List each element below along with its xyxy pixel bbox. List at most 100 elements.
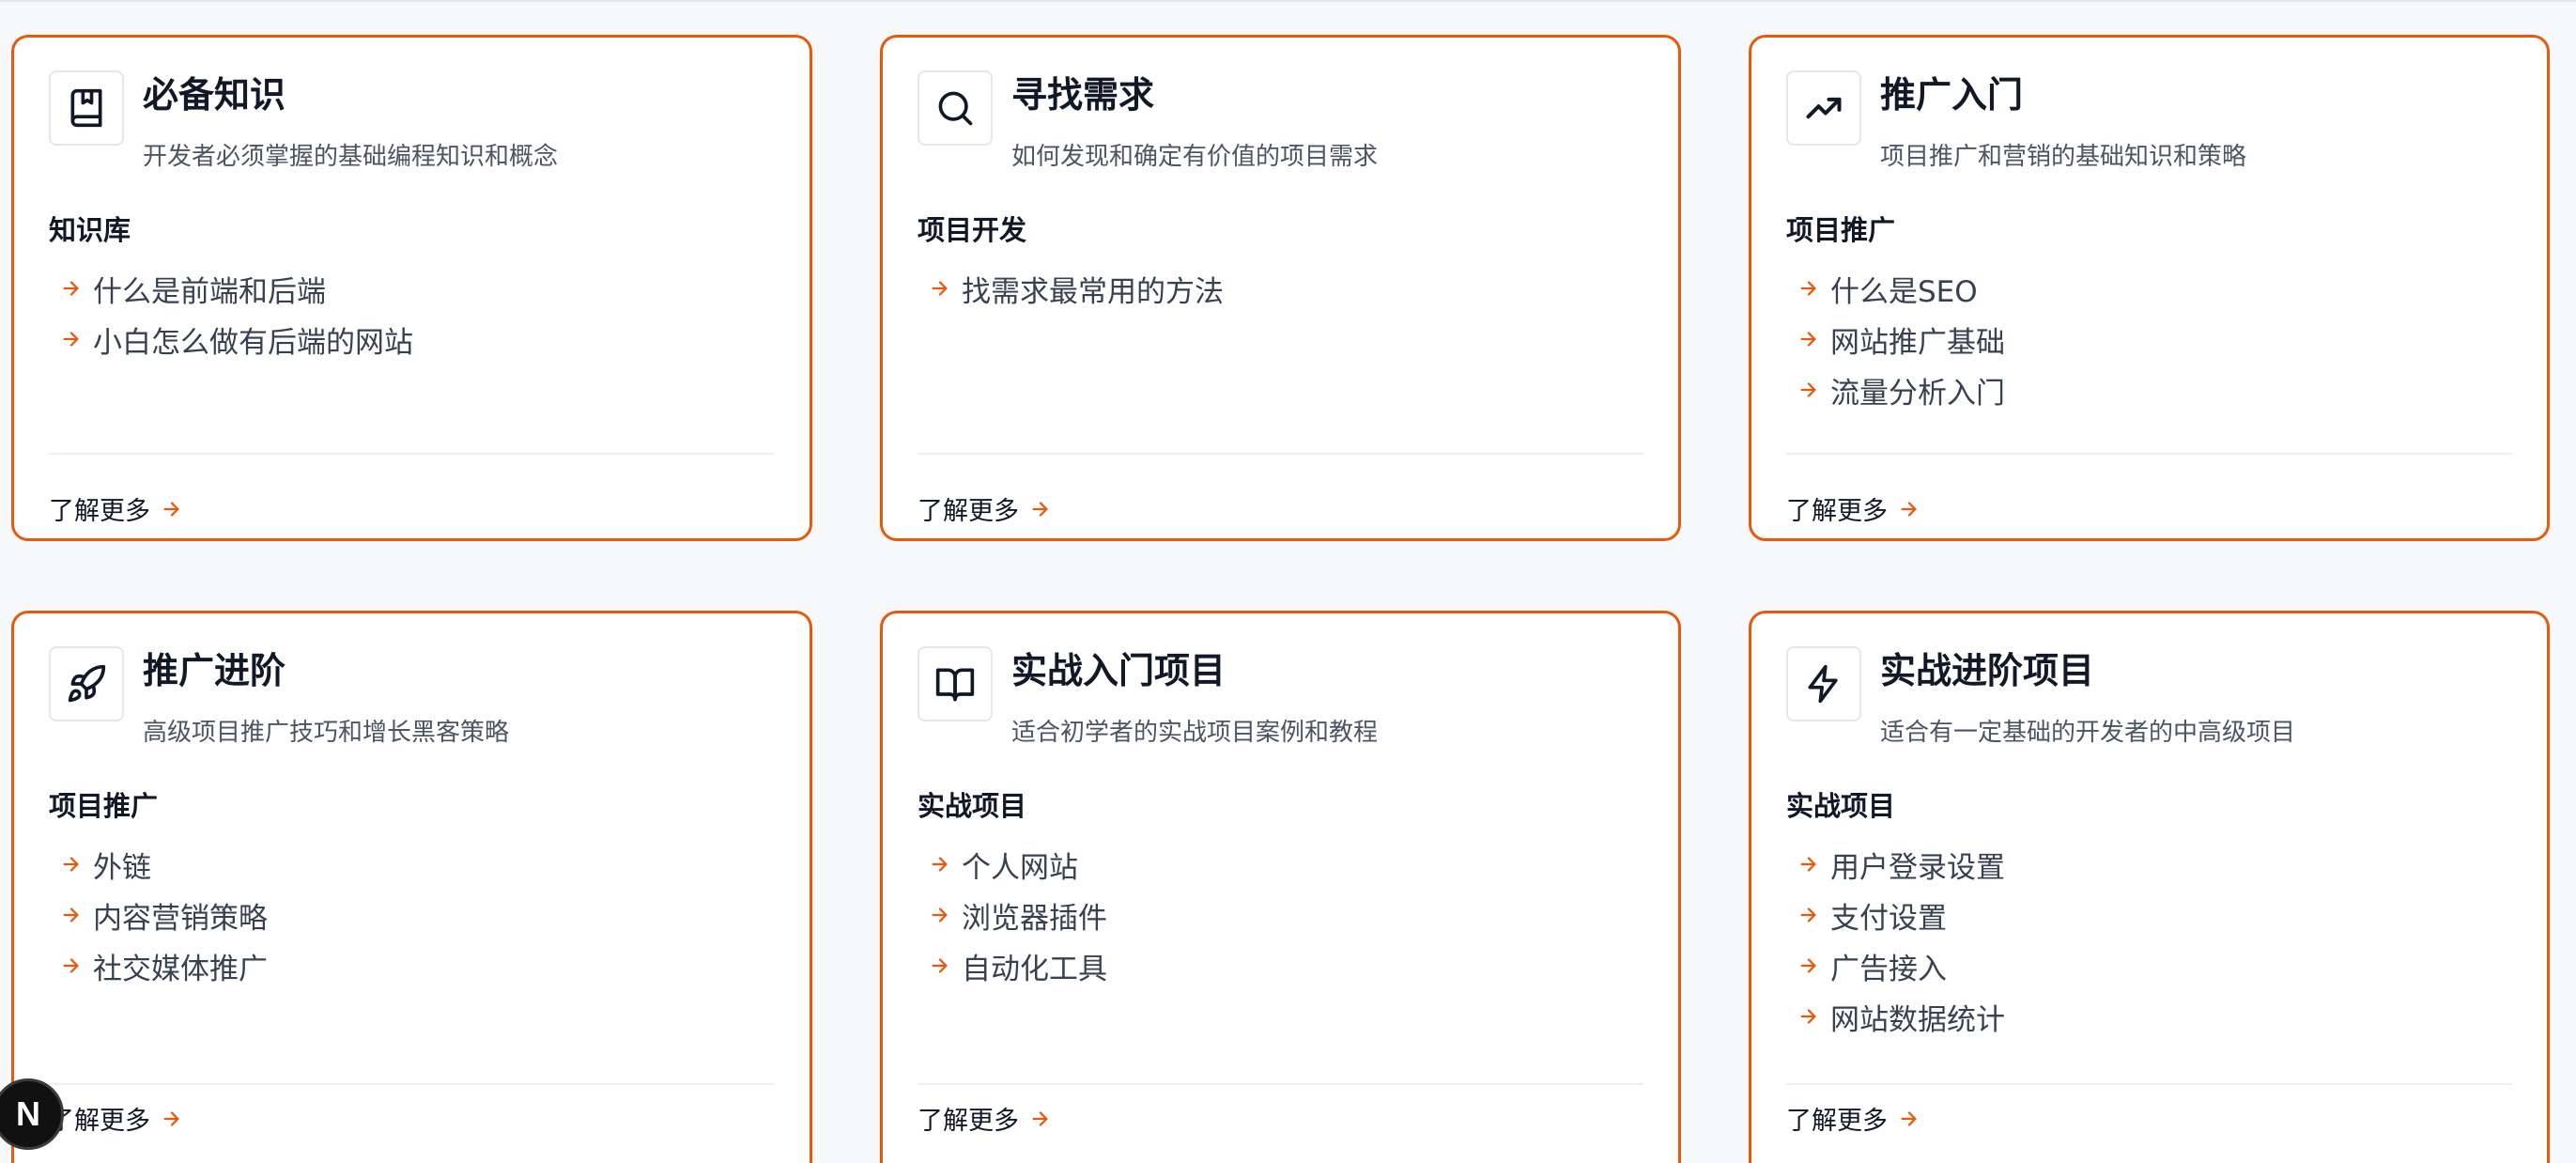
topic-link[interactable]: 什么是SEO [1798, 263, 2005, 314]
arrow-right-icon [63, 281, 79, 296]
card-subtitle: 开发者必须掌握的基础编程知识和概念 [143, 143, 559, 171]
topic-list: 用户登录设置 支付设置 广告接入 网站数据统计 [1798, 839, 2005, 1042]
card-subtitle: 高级项目推广技巧和增长黑客策略 [143, 719, 510, 747]
topic-link[interactable]: 浏览器插件 [930, 890, 1107, 940]
divider [49, 1083, 775, 1085]
topic-link[interactable]: 流量分析入门 [1798, 364, 2005, 415]
learn-more-label: 了解更多 [918, 497, 1019, 526]
card-title: 实战入门项目 [1011, 650, 1226, 691]
topic-link[interactable]: 小白怎么做有后端的网站 [61, 314, 413, 364]
topic-label: 个人网站 [962, 850, 1078, 885]
trending-up-icon [1786, 70, 1861, 146]
arrow-right-icon [63, 958, 79, 973]
arrow-right-icon [932, 907, 948, 923]
arrow-right-icon [1800, 382, 1816, 397]
topic-label: 什么是前端和后端 [93, 274, 326, 309]
topic-link[interactable]: 个人网站 [930, 839, 1107, 890]
topic-label: 广告接入 [1830, 952, 1947, 986]
topic-list: 个人网站 浏览器插件 自动化工具 [930, 839, 1107, 991]
card-find-requirements[interactable]: 寻找需求 如何发现和确定有价值的项目需求 项目开发 找需求最常用的方法 了解更多 [880, 35, 1681, 541]
card-title: 必备知识 [143, 74, 286, 116]
bookmark-book-icon [49, 70, 124, 146]
topic-link[interactable]: 社交媒体推广 [61, 940, 268, 991]
page: 必备知识 开发者必须掌握的基础编程知识和概念 知识库 什么是前端和后端 小白怎么… [0, 0, 2576, 1163]
card-beginner-projects[interactable]: 实战入门项目 适合初学者的实战项目案例和教程 实战项目 个人网站 浏览器插件 自… [880, 611, 1681, 1163]
rocket-icon [49, 646, 124, 721]
card-advanced-promotion[interactable]: 推广进阶 高级项目推广技巧和增长黑客策略 项目推广 外链 内容营销策略 社交媒体… [11, 611, 812, 1163]
card-title: 推广入门 [1880, 74, 2024, 116]
topic-link[interactable]: 外链 [61, 839, 268, 890]
card-essential-knowledge[interactable]: 必备知识 开发者必须掌握的基础编程知识和概念 知识库 什么是前端和后端 小白怎么… [11, 35, 812, 541]
topic-label: 浏览器插件 [962, 901, 1107, 936]
learn-more-label: 了解更多 [49, 497, 150, 526]
divider [918, 1083, 1643, 1085]
card-subtitle: 适合有一定基础的开发者的中高级项目 [1880, 719, 2296, 747]
topic-label: 小白怎么做有后端的网站 [93, 325, 413, 360]
card-title: 推广进阶 [143, 650, 286, 691]
topic-link[interactable]: 网站数据统计 [1798, 991, 2005, 1042]
arrow-right-icon [1032, 1110, 1048, 1126]
topic-label: 网站数据统计 [1830, 1002, 2005, 1037]
topic-label: 什么是SEO [1830, 274, 1978, 309]
learn-more-link[interactable]: 了解更多 [918, 490, 1051, 527]
topic-link[interactable]: 内容营销策略 [61, 890, 268, 940]
learn-more-label: 了解更多 [1786, 1107, 1888, 1136]
section-heading: 项目推广 [1786, 214, 1896, 246]
divider [49, 453, 775, 455]
arrow-right-icon [63, 857, 79, 872]
card-promotion-basics[interactable]: 推广入门 项目推广和营销的基础知识和策略 项目推广 什么是SEO 网站推广基础 … [1749, 35, 2550, 541]
learn-more-link[interactable]: 了解更多 [1786, 490, 1920, 527]
section-heading: 实战项目 [918, 790, 1027, 822]
divider [1786, 453, 2512, 455]
arrow-right-icon [1800, 857, 1816, 872]
divider [918, 453, 1643, 455]
badge-letter: N [16, 1094, 40, 1133]
lightning-icon [1786, 646, 1861, 721]
section-heading: 项目推广 [49, 790, 159, 822]
topic-label: 内容营销策略 [93, 901, 268, 936]
arrow-right-icon [932, 857, 948, 872]
arrow-right-icon [163, 501, 179, 517]
arrow-right-icon [63, 332, 79, 347]
topic-link[interactable]: 网站推广基础 [1798, 314, 2005, 364]
topic-list: 什么是前端和后端 小白怎么做有后端的网站 [61, 263, 413, 364]
learn-more-link[interactable]: 了解更多 [49, 1100, 182, 1137]
arrow-right-icon [932, 281, 948, 296]
topic-label: 支付设置 [1830, 901, 1947, 936]
card-advanced-projects[interactable]: 实战进阶项目 适合有一定基础的开发者的中高级项目 实战项目 用户登录设置 支付设… [1749, 611, 2550, 1163]
topic-label: 网站推广基础 [1830, 325, 2005, 360]
learn-more-label: 了解更多 [1786, 497, 1888, 526]
arrow-right-icon [1901, 501, 1917, 517]
search-icon [918, 70, 993, 146]
arrow-right-icon [1800, 1009, 1816, 1024]
arrow-right-icon [932, 958, 948, 973]
topic-label: 外链 [93, 850, 151, 885]
arrow-right-icon [1800, 332, 1816, 347]
topic-link[interactable]: 找需求最常用的方法 [930, 263, 1224, 314]
card-title: 寻找需求 [1011, 74, 1155, 116]
topic-list: 外链 内容营销策略 社交媒体推广 [61, 839, 268, 991]
section-heading: 实战项目 [1786, 790, 1896, 822]
section-heading: 知识库 [49, 214, 131, 246]
learn-more-link[interactable]: 了解更多 [49, 490, 182, 527]
topic-link[interactable]: 什么是前端和后端 [61, 263, 413, 314]
card-subtitle: 如何发现和确定有价值的项目需求 [1011, 143, 1379, 171]
topic-link[interactable]: 自动化工具 [930, 940, 1107, 991]
topic-link[interactable]: 用户登录设置 [1798, 839, 2005, 890]
arrow-right-icon [163, 1110, 179, 1126]
topic-label: 流量分析入门 [1830, 376, 2005, 411]
topic-link[interactable]: 广告接入 [1798, 940, 2005, 991]
section-heading: 项目开发 [918, 214, 1027, 246]
learn-more-link[interactable]: 了解更多 [918, 1100, 1051, 1137]
topic-label: 自动化工具 [962, 952, 1107, 986]
topic-label: 用户登录设置 [1830, 850, 2005, 885]
arrow-right-icon [1032, 501, 1048, 517]
learn-more-link[interactable]: 了解更多 [1786, 1100, 1920, 1137]
topic-list: 什么是SEO 网站推广基础 流量分析入门 [1798, 263, 2005, 415]
topic-link[interactable]: 支付设置 [1798, 890, 2005, 940]
card-subtitle: 适合初学者的实战项目案例和教程 [1011, 719, 1379, 747]
arrow-right-icon [1800, 958, 1816, 973]
arrow-right-icon [1800, 907, 1816, 923]
arrow-right-icon [1800, 281, 1816, 296]
learn-more-label: 了解更多 [49, 1107, 150, 1136]
